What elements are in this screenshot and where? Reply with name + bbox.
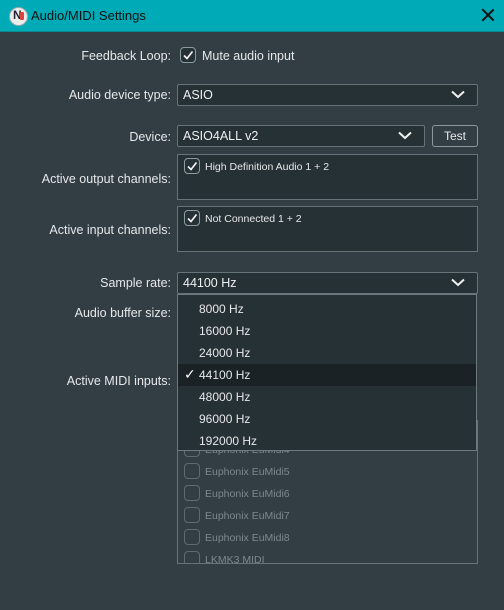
title-bar: Audio/MIDI Settings — [0, 0, 504, 32]
chevron-down-icon — [451, 278, 465, 287]
sample-rate-option-label: 192000 Hz — [199, 434, 258, 448]
midi-input-label: Euphonix EuMidi6 — [205, 488, 290, 500]
checkmark-icon — [187, 161, 198, 171]
chevron-down-icon — [451, 90, 465, 99]
midi-input-checkbox[interactable] — [184, 485, 200, 501]
device-label: Device: — [129, 130, 171, 144]
midi-input-label: Euphonix EuMidi7 — [205, 510, 290, 522]
midi-input-checkbox[interactable] — [184, 551, 200, 563]
input-channel-checkbox[interactable] — [184, 210, 200, 226]
device-value: ASIO4ALL v2 — [183, 129, 259, 143]
output-channel-checkbox[interactable] — [184, 158, 200, 174]
midi-input-checkbox[interactable] — [184, 529, 200, 545]
midi-input-label: Euphonix EuMidi5 — [205, 466, 290, 478]
sample-rate-option[interactable]: ✓ 8000 Hz — [178, 298, 476, 320]
midi-input-checkbox[interactable] — [184, 507, 200, 523]
sample-rate-option-label: 8000 Hz — [199, 302, 244, 316]
input-channels-list[interactable]: Not Connected 1 + 2 — [177, 206, 478, 252]
sample-rate-option[interactable]: ✓ 24000 Hz — [178, 342, 476, 364]
active-input-channels-label: Active input channels: — [49, 223, 171, 237]
test-button[interactable]: Test — [432, 125, 478, 147]
sample-rate-option-label: 16000 Hz — [199, 324, 251, 338]
mute-audio-input-checkbox[interactable] — [180, 47, 196, 63]
midi-input-label: Euphonix EuMidi8 — [205, 532, 290, 544]
output-channels-list[interactable]: High Definition Audio 1 + 2 — [177, 154, 478, 200]
output-channel-label: High Definition Audio 1 + 2 — [205, 161, 330, 173]
chevron-down-icon — [398, 131, 412, 140]
audio-device-type-value: ASIO — [183, 88, 213, 102]
sample-rate-value: 44100 Hz — [183, 276, 237, 290]
sample-rate-label: Sample rate: — [100, 276, 171, 290]
checkmark-icon — [187, 213, 198, 223]
sample-rate-option-label: 24000 Hz — [199, 346, 251, 360]
active-midi-inputs-label: Active MIDI inputs: — [66, 374, 171, 388]
midi-input-label: LKMK3 MIDI — [205, 554, 265, 564]
audio-buffer-size-label: Audio buffer size: — [74, 306, 171, 320]
app-logo-icon — [9, 7, 28, 26]
sample-rate-option[interactable]: ✓ 44100 Hz — [178, 364, 476, 386]
midi-input-checkbox[interactable] — [184, 463, 200, 479]
sample-rate-option[interactable]: ✓ 192000 Hz — [178, 430, 476, 452]
mute-audio-input-label: Mute audio input — [202, 49, 295, 63]
sample-rate-select[interactable]: 44100 Hz — [177, 272, 478, 294]
checkmark-icon — [183, 50, 194, 60]
sample-rate-option[interactable]: ✓ 48000 Hz — [178, 386, 476, 408]
window-title: Audio/MIDI Settings — [31, 8, 146, 23]
sample-rate-option[interactable]: ✓ 16000 Hz — [178, 320, 476, 342]
audio-device-type-select[interactable]: ASIO — [177, 84, 478, 106]
input-channel-label: Not Connected 1 + 2 — [205, 213, 302, 225]
active-output-channels-label: Active output channels: — [41, 172, 171, 186]
device-select[interactable]: ASIO4ALL v2 — [177, 125, 425, 147]
feedback-loop-label: Feedback Loop: — [81, 49, 171, 63]
checkmark-icon: ✓ — [184, 366, 196, 382]
sample-rate-option[interactable]: ✓ 96000 Hz — [178, 408, 476, 430]
sample-rate-option-label: 44100 Hz — [199, 368, 251, 382]
sample-rate-option-label: 48000 Hz — [199, 390, 251, 404]
close-button[interactable] — [476, 3, 500, 27]
sample-rate-option-label: 96000 Hz — [199, 412, 251, 426]
audio-device-type-label: Audio device type: — [68, 88, 171, 102]
sample-rate-dropdown: ✓ 8000 Hz ✓ 16000 Hz ✓ 24000 Hz ✓ 44100 … — [177, 294, 477, 451]
